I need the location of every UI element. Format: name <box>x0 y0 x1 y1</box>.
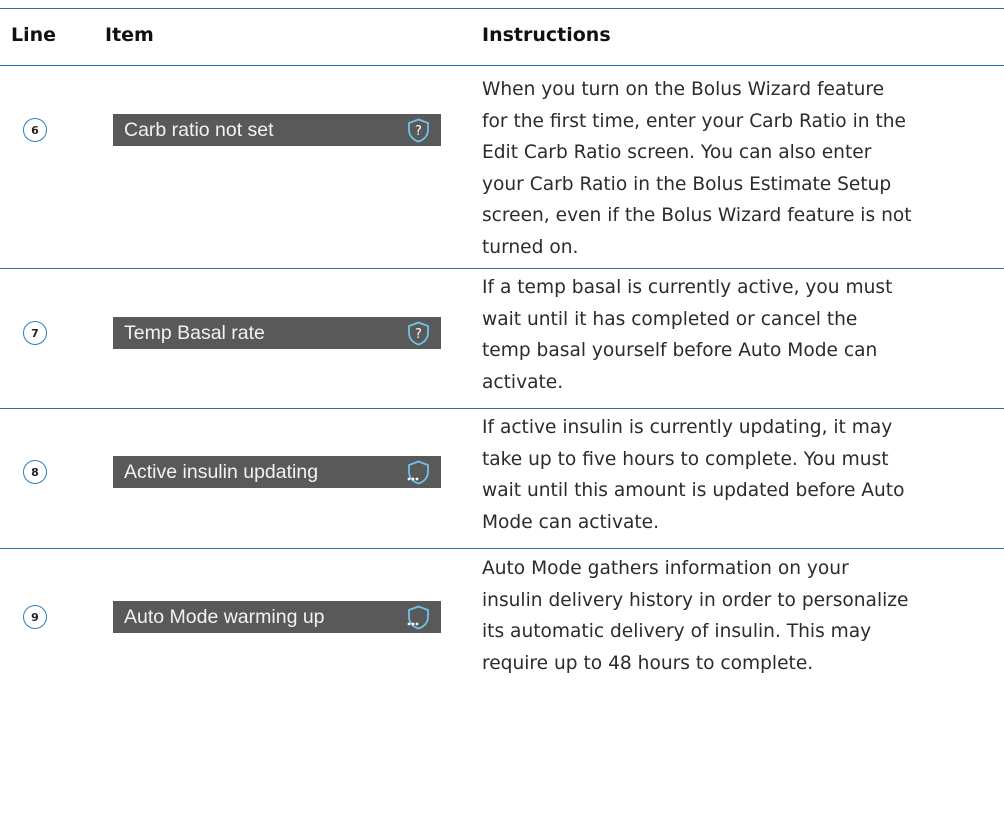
status-item: Auto Mode warming up <box>113 601 441 633</box>
line-number-badge: 6 <box>23 118 47 142</box>
status-item-label: Active insulin updating <box>124 460 319 483</box>
status-item: Temp Basal rate ? <box>113 317 441 349</box>
row-rule <box>0 268 1004 269</box>
line-number-badge: 7 <box>23 321 47 345</box>
instructions-text: When you turn on the Bolus Wizard featur… <box>482 79 912 258</box>
header-item: Item <box>105 24 154 46</box>
row-rule <box>0 548 1004 549</box>
loading-shield-icon <box>406 605 431 630</box>
status-item-label: Auto Mode warming up <box>124 605 325 628</box>
status-item-label: Carb ratio not set <box>124 118 274 141</box>
question-shield-icon: ? <box>406 118 431 143</box>
status-item: Carb ratio not set ? <box>113 114 441 146</box>
header-instructions: Instructions <box>482 24 611 46</box>
header-line: Line <box>11 24 57 46</box>
instructions-text: Auto Mode gathers information on your in… <box>482 558 909 674</box>
instructions-text: If a temp basal is currently active, you… <box>482 277 893 393</box>
question-shield-icon: ? <box>406 321 431 346</box>
row-rule <box>0 408 1004 409</box>
svg-text:?: ? <box>415 327 422 342</box>
status-item: Active insulin updating <box>113 456 441 488</box>
line-number-badge: 9 <box>23 605 47 629</box>
loading-shield-icon <box>406 460 431 485</box>
status-item-label: Temp Basal rate <box>124 321 265 344</box>
top-rule <box>0 8 1004 9</box>
instructions-text: If active insulin is currently updating,… <box>482 417 905 533</box>
line-number-badge: 8 <box>23 460 47 484</box>
header-rule <box>0 65 1004 66</box>
svg-text:?: ? <box>415 124 422 139</box>
